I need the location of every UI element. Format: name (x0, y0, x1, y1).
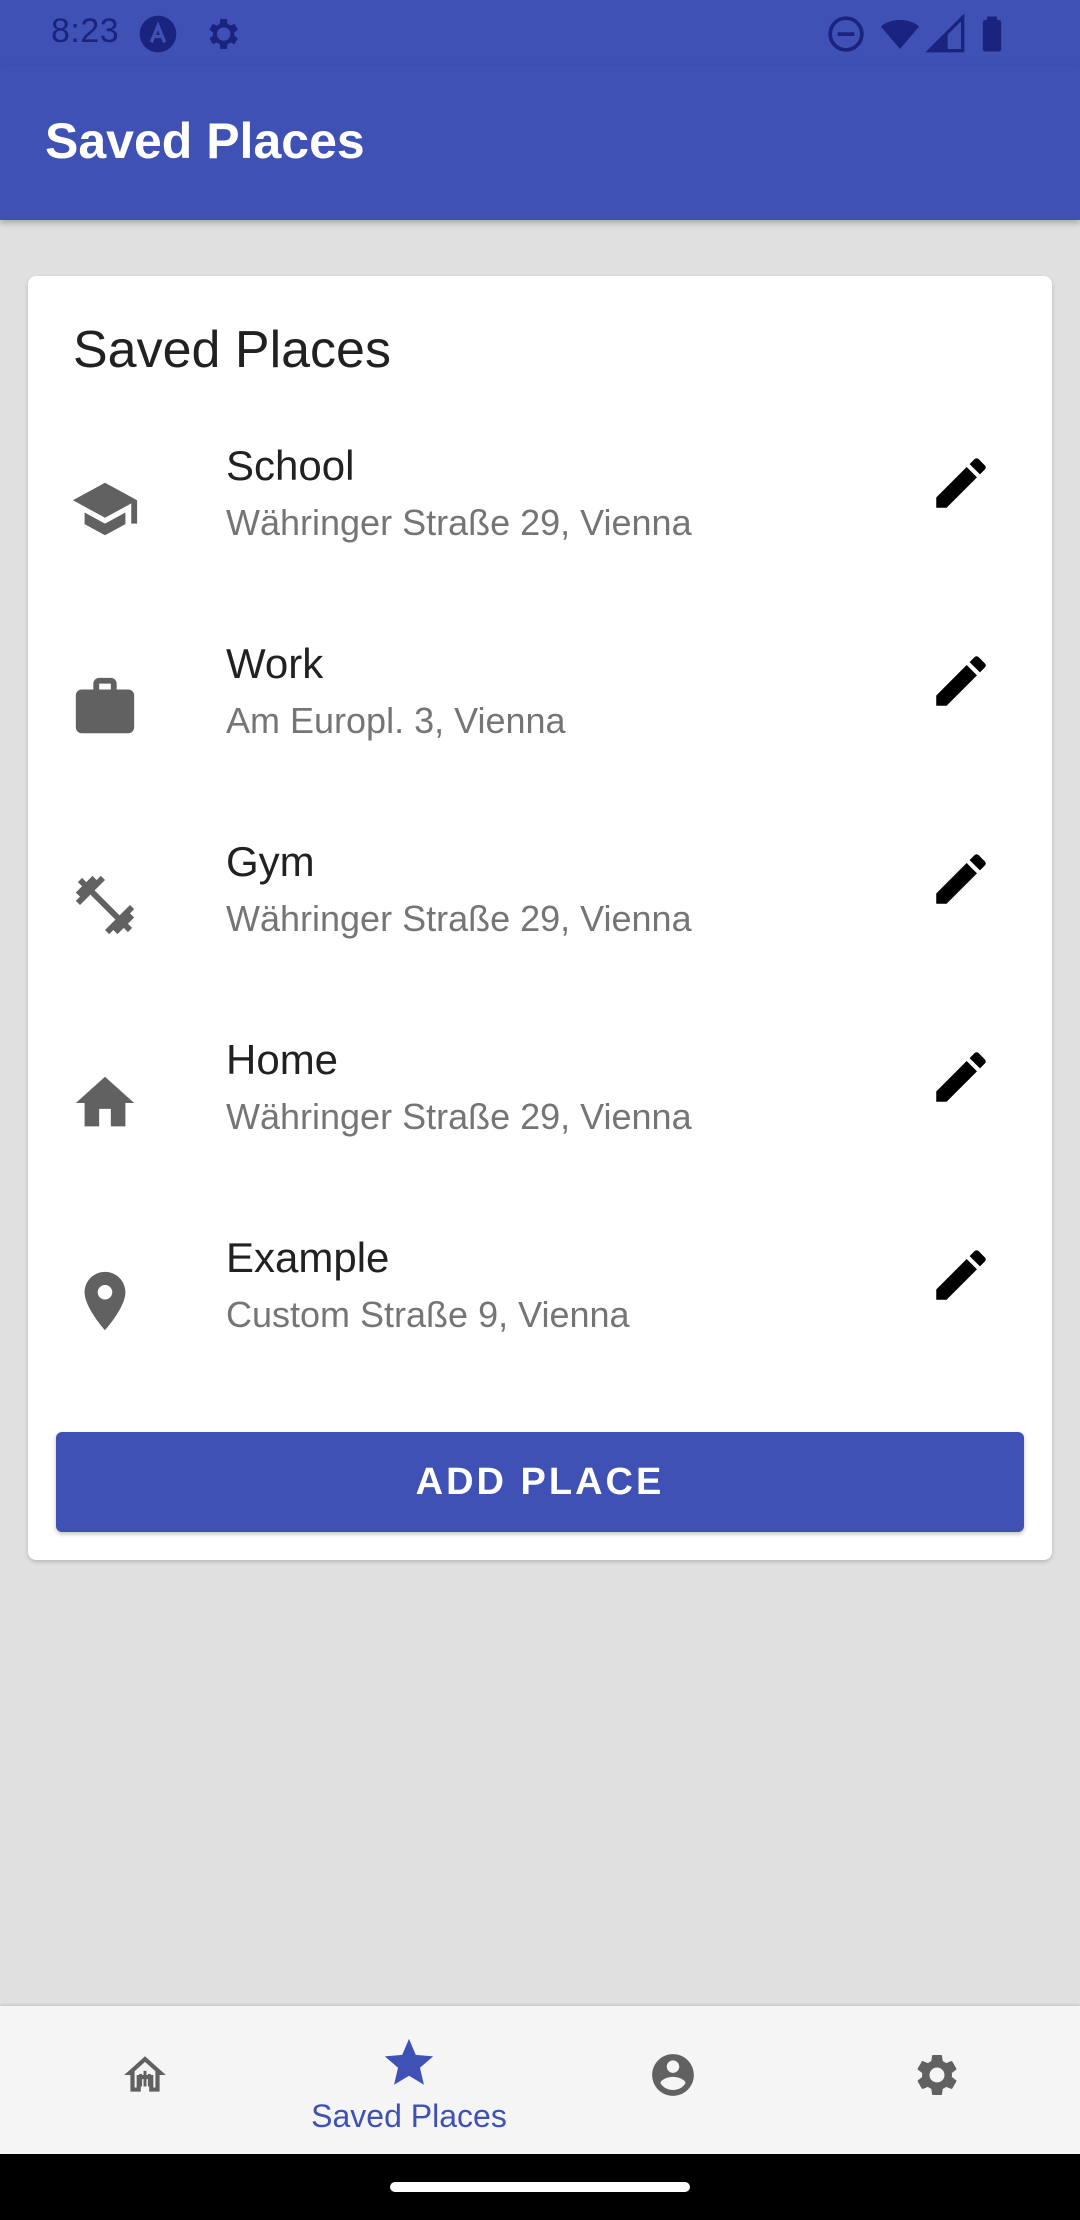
edit-gym-button[interactable] (928, 846, 994, 912)
wifi-icon (880, 14, 920, 54)
nav-item-settings[interactable] (802, 2006, 1072, 2154)
app-bar-title: Saved Places (45, 113, 365, 169)
fitness-icon (70, 870, 140, 940)
nav-item-saved-places[interactable]: Saved Places (274, 2006, 544, 2154)
settings-notification-icon (202, 14, 242, 54)
cell-signal-icon (926, 14, 966, 54)
add-place-button[interactable]: ADD PLACE (56, 1432, 1024, 1532)
gear-icon (912, 2050, 962, 2100)
saved-places-card: Saved Places School Währinger Straße 29,… (28, 276, 1052, 1560)
place-item-home[interactable]: Home Währinger Straße 29, Vienna (28, 1008, 1052, 1206)
status-time: 8:23 (51, 12, 120, 50)
edit-example-button[interactable] (928, 1242, 994, 1308)
gesture-navigation-bar (0, 2154, 1080, 2220)
edit-work-button[interactable] (928, 648, 994, 714)
place-name: Example (226, 1234, 390, 1281)
place-item-school[interactable]: School Währinger Straße 29, Vienna (28, 414, 1052, 612)
place-item-work[interactable]: Work Am Europl. 3, Vienna (28, 612, 1052, 810)
place-name: Work (226, 640, 324, 687)
place-name: School (226, 442, 355, 489)
card-title: Saved Places (73, 321, 391, 379)
edit-pencil-icon (936, 1052, 986, 1102)
status-bar: 8:23 (0, 0, 1080, 66)
location-pin-icon (70, 1266, 140, 1336)
edit-pencil-icon (936, 656, 986, 706)
place-item-gym[interactable]: Gym Währinger Straße 29, Vienna (28, 810, 1052, 1008)
home-icon (120, 2050, 170, 2100)
account-circle-icon (648, 2050, 698, 2100)
app-notification-icon (138, 14, 178, 54)
bottom-navigation: Saved Places (0, 2006, 1080, 2154)
app-bar: Saved Places (0, 66, 1080, 220)
place-name: Gym (226, 838, 315, 885)
edit-school-button[interactable] (928, 450, 994, 516)
edit-pencil-icon (936, 1250, 986, 1300)
place-name: Home (226, 1036, 339, 1083)
nav-item-home[interactable] (10, 2006, 280, 2154)
edit-home-button[interactable] (928, 1044, 994, 1110)
place-address: Währinger Straße 29, Vienna (226, 898, 692, 939)
home-gesture-handle[interactable] (390, 2182, 690, 2192)
work-icon (70, 672, 140, 742)
place-address: Custom Straße 9, Vienna (226, 1294, 630, 1335)
edit-pencil-icon (936, 458, 986, 508)
place-item-example[interactable]: Example Custom Straße 9, Vienna (28, 1206, 1052, 1404)
home-icon (70, 1068, 140, 1138)
nav-label-saved-places: Saved Places (311, 2098, 507, 2134)
place-address: Währinger Straße 29, Vienna (226, 502, 692, 543)
school-icon (70, 474, 140, 544)
do-not-disturb-icon (826, 14, 866, 54)
nav-item-account[interactable] (538, 2006, 808, 2154)
edit-pencil-icon (936, 854, 986, 904)
place-address: Am Europl. 3, Vienna (226, 700, 566, 741)
battery-icon (972, 14, 1012, 54)
star-icon (380, 2034, 438, 2092)
place-address: Währinger Straße 29, Vienna (226, 1096, 692, 1137)
